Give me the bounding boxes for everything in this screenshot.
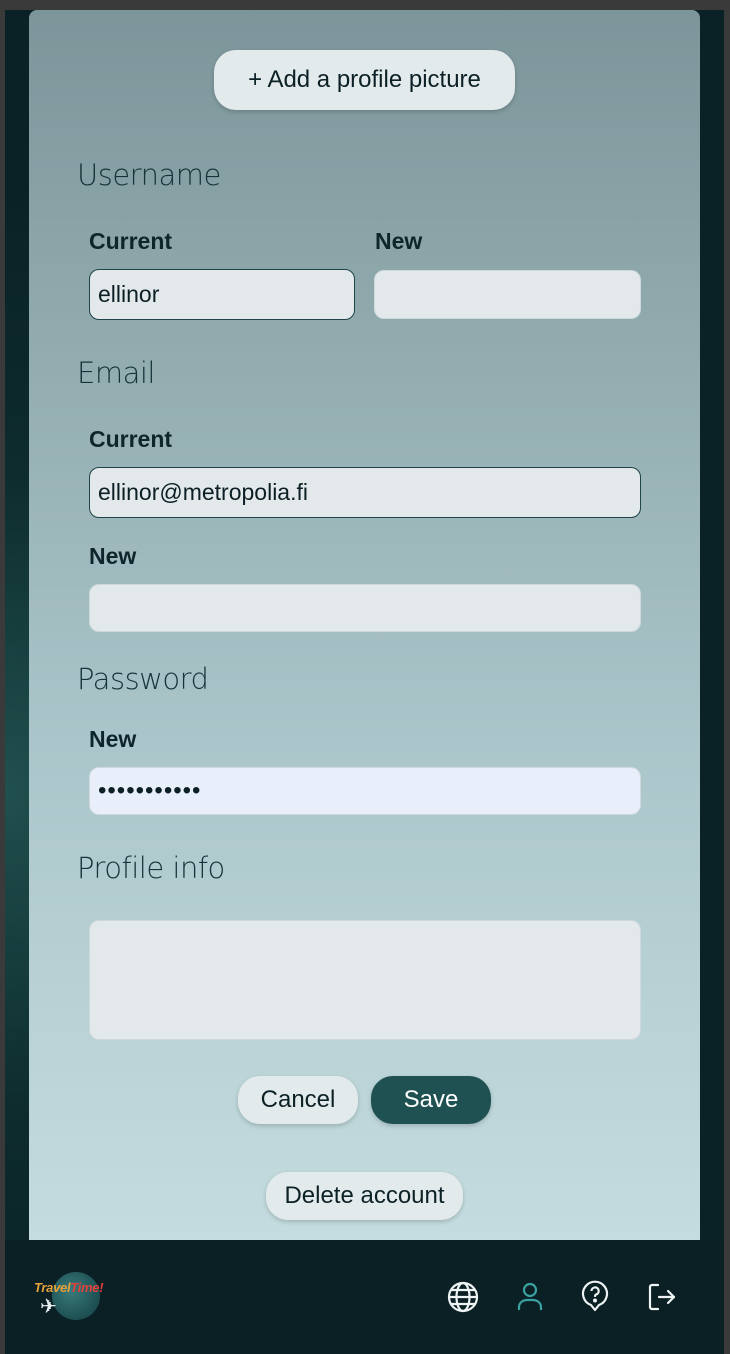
username-section-title: Username xyxy=(77,158,221,192)
globe-icon[interactable] xyxy=(446,1280,480,1314)
logo-text: TravelTime! xyxy=(34,1280,104,1295)
logout-icon[interactable] xyxy=(646,1281,678,1313)
logo-plane-icon: ✈ xyxy=(40,1296,57,1318)
cancel-button[interactable]: Cancel xyxy=(238,1076,358,1124)
profile-info-textarea[interactable] xyxy=(89,920,641,1040)
email-current-label: Current xyxy=(89,426,173,452)
email-section-title: Email xyxy=(77,356,155,390)
help-icon[interactable] xyxy=(579,1280,611,1314)
password-new-label: New xyxy=(89,726,137,752)
username-current-label: Current xyxy=(89,228,173,254)
profile-info-section-title: Profile info xyxy=(77,851,225,885)
username-new-label: New xyxy=(375,228,423,254)
password-section-title: Password xyxy=(77,662,209,696)
password-new-field[interactable]: ••••••••••• xyxy=(89,767,641,815)
add-profile-picture-button[interactable]: + Add a profile picture xyxy=(214,50,515,110)
footer-nav-bar xyxy=(5,1240,724,1354)
username-new-field[interactable] xyxy=(374,270,641,319)
email-current-field[interactable]: ellinor@metropolia.fi xyxy=(89,467,641,518)
save-button[interactable]: Save xyxy=(371,1076,491,1124)
email-new-label: New xyxy=(89,543,137,569)
delete-account-button[interactable]: Delete account xyxy=(266,1172,463,1220)
email-new-field[interactable] xyxy=(89,584,641,632)
user-icon[interactable] xyxy=(514,1281,546,1313)
username-current-field[interactable]: ellinor xyxy=(89,269,355,320)
